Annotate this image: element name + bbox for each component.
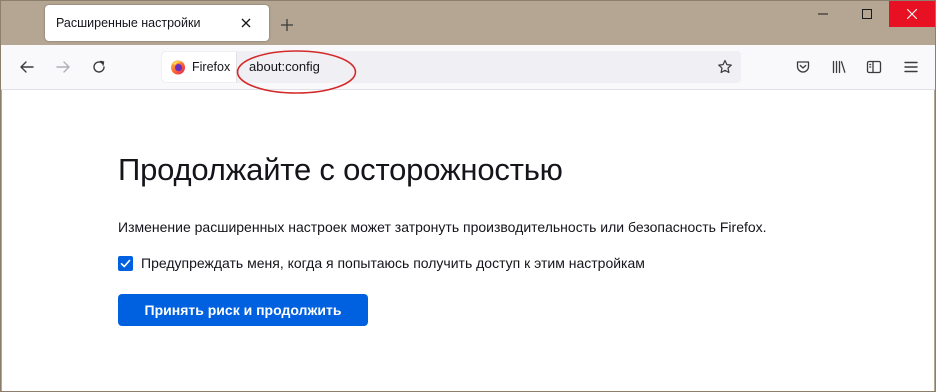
tab-close-icon[interactable] [234, 11, 258, 35]
window-controls [801, 1, 935, 29]
page-title: Продолжайте с осторожностью [118, 152, 563, 187]
plus-icon [281, 19, 293, 31]
maximize-icon [862, 9, 872, 19]
page-content: Продолжайте с осторожностью Изменение ра… [2, 90, 934, 391]
back-button[interactable] [13, 53, 41, 81]
maximize-button[interactable] [845, 1, 889, 27]
library-button[interactable] [825, 53, 853, 81]
warning-checkbox-row[interactable]: Предупреждать меня, когда я попытаюсь по… [118, 254, 645, 272]
minimize-button[interactable] [801, 1, 845, 27]
accept-risk-button[interactable]: Принять риск и продолжить [118, 294, 368, 326]
bookmark-star-button[interactable] [715, 57, 735, 77]
warning-checkbox-label[interactable]: Предупреждать меня, когда я попытаюсь по… [141, 255, 645, 271]
tab-active[interactable]: Расширенные настройки [45, 5, 269, 41]
sidebar-button[interactable] [860, 53, 888, 81]
sidebar-icon [866, 60, 882, 74]
reload-button[interactable] [85, 53, 113, 81]
new-tab-button[interactable] [275, 13, 299, 37]
warning-checkbox[interactable] [118, 255, 133, 271]
identity-box[interactable]: Firefox [162, 52, 237, 82]
close-window-button[interactable] [889, 1, 935, 27]
identity-label: Firefox [192, 60, 231, 74]
url-text[interactable]: about:config [249, 59, 320, 74]
close-icon [907, 9, 917, 19]
navigation-toolbar: Firefox about:config [1, 45, 935, 90]
arrow-left-icon [20, 61, 34, 73]
firefox-logo-icon [171, 60, 185, 75]
forward-button[interactable] [49, 53, 77, 81]
url-bar[interactable]: Firefox about:config [161, 51, 741, 83]
reload-icon [93, 60, 105, 73]
tab-bar: Расширенные настройки [1, 1, 935, 45]
tab-title: Расширенные настройки [56, 16, 201, 30]
checkmark-icon [120, 259, 131, 267]
pocket-button[interactable] [789, 53, 817, 81]
minimize-icon [818, 13, 828, 15]
pocket-icon [796, 61, 810, 73]
library-icon [832, 60, 846, 74]
star-icon [718, 59, 732, 74]
menu-button[interactable] [897, 53, 925, 81]
hamburger-menu-icon [904, 61, 918, 73]
browser-window: Расширенные настройки Firefox about:conf… [0, 0, 936, 392]
arrow-right-icon [56, 61, 70, 73]
warning-description: Изменение расширенных настроек может зат… [118, 219, 767, 235]
